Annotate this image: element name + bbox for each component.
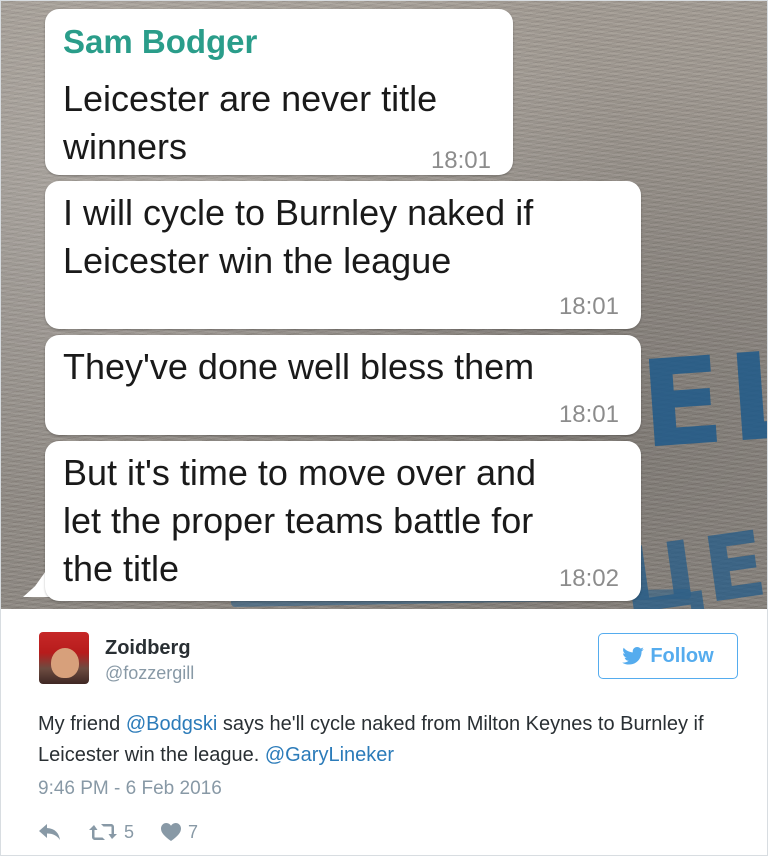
- reply-button[interactable]: [38, 823, 62, 841]
- avatar-face: [51, 648, 79, 678]
- reply-icon: [39, 824, 60, 840]
- tweet-actions: 5 7: [38, 818, 224, 846]
- chat-bubble: I will cycle to Burnley naked if Leicest…: [45, 181, 641, 329]
- chat-bubble: They've done well bless them 18:01: [45, 335, 641, 435]
- avatar[interactable]: [39, 632, 89, 684]
- tweet-photo[interactable]: EL ЦE Sam Bodger Leicester are never tit…: [1, 1, 767, 609]
- chat-message-time: 18:02: [558, 565, 619, 592]
- chat-message-text: I will cycle to Burnley naked if Leicest…: [63, 192, 534, 281]
- tweet-text-segment: My friend: [38, 713, 126, 735]
- chat-message-time: 18:01: [558, 401, 619, 428]
- retweet-button[interactable]: 5: [88, 822, 134, 843]
- author-name[interactable]: Zoidberg: [105, 637, 191, 660]
- follow-button-label: Follow: [650, 644, 714, 667]
- chat-message-text: But it's time to move over and let the p…: [63, 452, 537, 589]
- chat-sender-name: Sam Bodger: [63, 23, 258, 60]
- chat-bubble: Sam Bodger Leicester are never title win…: [45, 9, 513, 175]
- mention-link[interactable]: @GaryLineker: [265, 744, 394, 766]
- follow-button[interactable]: Follow: [598, 633, 738, 679]
- mention-link[interactable]: @Bodgski: [126, 713, 217, 735]
- retweet-count: 5: [124, 821, 135, 842]
- tweet-text: My friend @Bodgski says he'll cycle nake…: [38, 709, 738, 771]
- chat-bubble: But it's time to move over and let the p…: [45, 441, 641, 601]
- author-handle[interactable]: @fozzergill: [105, 663, 194, 684]
- embedded-tweet-card: EL ЦE Sam Bodger Leicester are never tit…: [0, 0, 768, 856]
- heart-icon: [161, 823, 182, 841]
- chat-message-text: They've done well bless them: [63, 346, 535, 387]
- chat-message-time: 18:01: [558, 293, 619, 320]
- like-button[interactable]: 7: [160, 822, 198, 843]
- tweet-timestamp[interactable]: 9:46 PM - 6 Feb 2016: [38, 778, 222, 800]
- like-count: 7: [188, 821, 199, 842]
- graffiti-decoration: EL: [636, 325, 767, 476]
- chat-message-time: 18:01: [430, 147, 491, 174]
- twitter-bird-icon: [622, 647, 645, 665]
- retweet-icon: [89, 824, 117, 840]
